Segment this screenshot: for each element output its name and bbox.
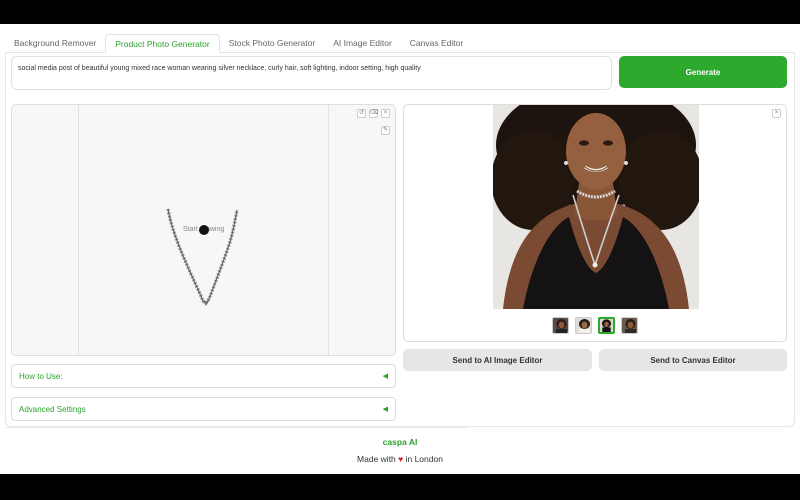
thumbnail-3[interactable] [598,317,615,334]
tab-canvas-editor[interactable]: Canvas Editor [401,34,472,53]
send-to-ai-image-editor-button[interactable]: Send to AI Image Editor [403,349,592,371]
brush-cursor [199,225,209,235]
tab-stock-photo-generator[interactable]: Stock Photo Generator [220,34,324,53]
necklace-sketch [166,208,239,306]
collapse-arrow-icon: ◀ [382,373,388,380]
how-to-use-accordion[interactable]: How to Use: ◀ [11,364,396,388]
collapse-arrow-icon: ◀ [382,406,388,413]
app-frame: Background Remover Product Photo Generat… [0,24,800,474]
generated-image [493,105,699,309]
clear-icon[interactable]: ⌫ [369,109,378,118]
tab-bar: Background Remover Product Photo Generat… [5,34,472,53]
close-icon[interactable]: × [772,109,781,118]
thumbnail-strip [552,317,638,334]
generate-button[interactable]: Generate [619,56,787,88]
tab-ai-image-editor[interactable]: AI Image Editor [324,34,401,53]
result-gallery: × [403,104,787,342]
thumbnail-2[interactable] [575,317,592,334]
footer-credit: Made with ♥ in London [0,454,800,464]
prompt-input[interactable]: social media post of beautiful young mix… [11,56,612,90]
heart-icon: ♥ [398,454,404,464]
advanced-settings-accordion[interactable]: Advanced Settings ◀ [11,397,396,421]
footer-made-suffix: in London [405,454,443,464]
brush-icon[interactable]: ✎ [381,126,390,135]
send-to-canvas-editor-button[interactable]: Send to Canvas Editor [599,349,787,371]
accordion-label: Advanced Settings [19,404,86,414]
close-icon[interactable]: × [381,109,390,118]
canvas-toolbar: ↺ ⌫ × [357,109,390,118]
accordion-label: How to Use: [19,371,63,381]
thumbnail-1[interactable] [552,317,569,334]
footer-made-prefix: Made with [357,454,396,464]
footer-brand[interactable]: caspa AI [0,437,800,447]
canvas-right-margin [328,105,395,355]
thumbnail-4[interactable] [621,317,638,334]
undo-icon[interactable]: ↺ [357,109,366,118]
canvas-left-margin [12,105,79,355]
footer-divider [5,427,467,428]
tab-product-photo-generator[interactable]: Product Photo Generator [105,34,220,53]
tab-background-remover[interactable]: Background Remover [5,34,105,53]
sketch-canvas[interactable]: ↺ ⌫ × ✎ Start drawing [11,104,396,356]
